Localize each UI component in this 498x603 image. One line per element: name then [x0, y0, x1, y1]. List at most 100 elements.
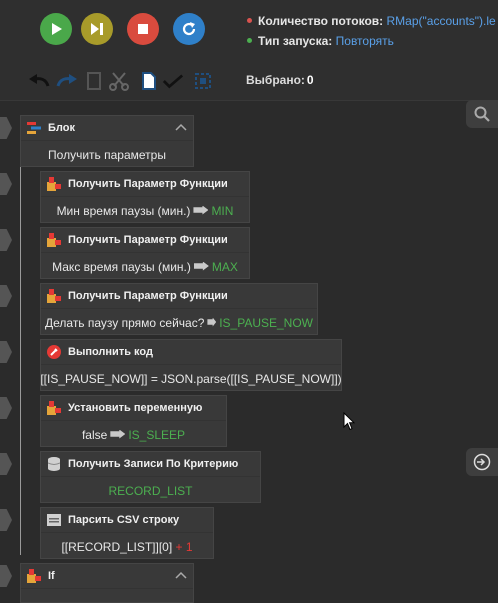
block-icon — [27, 121, 41, 135]
puzzle-icon — [47, 177, 61, 191]
block-title: Получить Параметр Функции — [68, 290, 228, 302]
threads-label: Количество потоков: — [258, 14, 384, 28]
block-title: Получить Параметр Функции — [68, 234, 228, 246]
selected-count: Выбрано: 0 — [246, 73, 314, 87]
refresh-button[interactable] — [173, 13, 205, 45]
block-body-text: Делать паузу прямо сейчас? — [45, 316, 205, 330]
action-block-if[interactable]: If — [20, 563, 194, 603]
paste-icon — [142, 72, 156, 90]
chevron-up-icon[interactable] — [175, 122, 187, 134]
launch-status-dot — [247, 38, 252, 44]
redo-button[interactable] — [56, 70, 78, 92]
toolbar: Количество потоков: RMap("accounts").le … — [0, 0, 498, 100]
undo-icon — [29, 74, 50, 87]
arrow-right-icon — [110, 429, 126, 439]
block-title: Установить переменную — [68, 402, 203, 414]
login-button[interactable] — [466, 448, 498, 476]
block-body: RECORD_LIST — [41, 477, 260, 505]
mouse-cursor-icon — [343, 412, 355, 431]
block-body: [[IS_PAUSE_NOW]] = JSON.parse([[IS_PAUSE… — [40, 365, 342, 393]
block-title: Получить Записи По Критерию — [68, 458, 239, 470]
flow-connector-line — [20, 149, 21, 555]
stop-icon — [138, 24, 148, 34]
block-header: If — [21, 564, 193, 589]
block-title: Блок — [48, 122, 75, 134]
refresh-icon — [182, 22, 196, 36]
threads-value-link[interactable]: RMap("accounts").le — [387, 14, 496, 28]
play-icon — [52, 23, 62, 35]
block-header: Получить Параметр Функции — [41, 228, 249, 253]
chevron-up-icon[interactable] — [175, 570, 187, 582]
cut-icon — [109, 72, 129, 91]
variable-name: MIN — [211, 204, 234, 218]
cut-button[interactable] — [108, 70, 130, 92]
selected-label: Выбрано: — [246, 73, 305, 87]
search-button[interactable] — [466, 100, 498, 128]
database-icon — [47, 457, 61, 471]
play-button[interactable] — [40, 13, 72, 45]
puzzle-icon — [27, 569, 41, 583]
block-body-text: Мин время паузы (мин.) — [56, 204, 191, 218]
block-title: If — [48, 570, 55, 582]
csv-icon — [47, 513, 61, 527]
block-header: Получить Записи По Критерию — [41, 452, 260, 477]
action-block[interactable]: Получить Записи По Критерию RECORD_LIST — [40, 451, 261, 503]
puzzle-icon — [47, 401, 61, 415]
block-body: false IS_SLEEP — [41, 421, 226, 449]
block-body-text: Получить параметры — [48, 148, 166, 162]
block-body: Делать паузу прямо сейчас? IS_PAUSE_NOW — [41, 309, 317, 337]
next-step-button[interactable] — [81, 13, 113, 45]
block-body-text: false — [81, 428, 108, 442]
block-header: Получить Параметр Функции — [41, 284, 317, 309]
select-all-button[interactable] — [162, 70, 184, 92]
login-icon — [473, 453, 491, 471]
select-all-icon — [162, 74, 184, 89]
variable-name: MAX — [211, 260, 238, 274]
puzzle-icon — [47, 289, 61, 303]
block-header: Выполнить код — [41, 340, 341, 365]
variable-name: IS_PAUSE_NOW — [219, 316, 313, 330]
launch-info: Тип запуска: Повторять — [247, 34, 394, 48]
block-title: Выполнить код — [68, 346, 153, 358]
arrow-right-icon — [193, 261, 209, 271]
action-block-group[interactable]: Блок Получить параметры — [20, 115, 194, 167]
block-body: [[RECORD_LIST]][0] + 1 — [41, 533, 213, 561]
block-header: Установить переменную — [41, 396, 226, 421]
paste-button[interactable] — [138, 70, 160, 92]
launch-value-link[interactable]: Повторять — [336, 34, 394, 48]
undo-button[interactable] — [28, 70, 50, 92]
next-step-icon — [91, 23, 103, 35]
threads-status-dot — [247, 18, 252, 24]
action-block[interactable]: Установить переменную false IS_SLEEP — [40, 395, 227, 447]
stop-button[interactable] — [127, 13, 159, 45]
block-body: Мин время паузы (мин.) MIN — [41, 197, 249, 225]
search-icon — [474, 106, 490, 122]
block-header: Блок — [21, 116, 193, 141]
action-block[interactable]: Получить Параметр Функции Мин время пауз… — [40, 171, 250, 223]
copy-button[interactable] — [83, 70, 105, 92]
increment-value: + 1 — [175, 540, 193, 554]
variable-name: IS_SLEEP — [128, 428, 186, 442]
deselect-button[interactable] — [192, 70, 214, 92]
action-block[interactable]: Получить Параметр Функции Делать паузу п… — [40, 283, 318, 335]
block-header: Получить Параметр Функции — [41, 172, 249, 197]
copy-icon — [87, 72, 101, 90]
code-icon — [47, 345, 61, 359]
block-header: Парсить CSV строку — [41, 508, 213, 533]
action-block[interactable]: Получить Параметр Функции Макс время пау… — [40, 227, 250, 279]
block-body-text: Макс время паузы (мин.) — [52, 260, 191, 274]
block-body-text: [[IS_PAUSE_NOW]] = JSON.parse([[IS_PAUSE… — [40, 372, 342, 386]
block-body: Получить параметры — [21, 141, 193, 169]
block-body: Макс время паузы (мин.) MAX — [41, 253, 249, 281]
block-title: Получить Параметр Функции — [68, 178, 228, 190]
arrow-right-icon — [193, 205, 209, 215]
launch-label: Тип запуска: — [258, 34, 333, 48]
arrow-right-icon — [207, 317, 217, 327]
puzzle-icon — [47, 233, 61, 247]
threads-info: Количество потоков: RMap("accounts").le — [247, 14, 496, 28]
selected-value: 0 — [306, 73, 314, 87]
action-block[interactable]: Парсить CSV строку [[RECORD_LIST]][0] + … — [40, 507, 214, 559]
variable-name: RECORD_LIST — [108, 484, 193, 498]
action-block[interactable]: Выполнить код [[IS_PAUSE_NOW]] = JSON.pa… — [40, 339, 342, 391]
deselect-icon — [195, 73, 211, 89]
